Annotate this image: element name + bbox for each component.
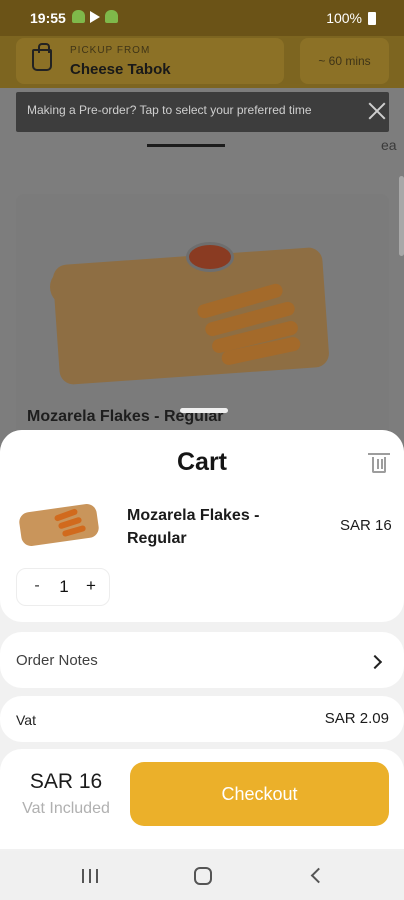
checkout-bar: SAR 16 Vat Included Checkout — [0, 749, 404, 849]
status-notification-icons — [72, 10, 118, 23]
preorder-tooltip[interactable]: Making a Pre-order? Tap to select your p… — [16, 92, 389, 132]
recent-apps-bar — [96, 869, 98, 883]
chevron-right-icon — [367, 654, 383, 670]
tab-indicator — [147, 144, 225, 147]
close-icon[interactable] — [366, 100, 388, 122]
cart-title: Cart — [176, 448, 227, 476]
pickup-card[interactable]: PICKUP FROM Cheese Tabok — [16, 38, 284, 84]
system-nav-bar — [0, 851, 404, 900]
vat-value: SAR 2.09 — [324, 710, 389, 727]
sheet-drag-handle[interactable] — [180, 406, 228, 416]
cart-items-section: Cart Mozarela Flakes - Regular SAR 16 - … — [0, 430, 404, 622]
tab-partial-label[interactable]: ea — [381, 137, 397, 153]
trash-icon[interactable] — [368, 452, 390, 473]
scrollbar[interactable] — [399, 176, 404, 256]
cart-sheet: Cart Mozarela Flakes - Regular SAR 16 - … — [0, 430, 404, 900]
product-image-sauce — [186, 242, 234, 272]
android-icon — [105, 10, 118, 23]
trash-lid — [368, 453, 390, 455]
quantity-value: 1 — [59, 577, 69, 596]
recent-apps-bar — [82, 869, 84, 883]
shopping-bag-icon — [32, 43, 52, 71]
home-icon[interactable] — [194, 867, 212, 885]
play-icon — [90, 11, 100, 23]
decrease-quantity-button[interactable]: - — [27, 577, 47, 595]
trash-body — [372, 457, 386, 473]
time-estimate-button[interactable]: ~ 60 mins — [300, 38, 389, 84]
android-icon — [72, 10, 85, 23]
checkout-button[interactable]: Checkout — [130, 762, 389, 826]
vat-label: Vat — [16, 712, 36, 728]
battery-percent: 100% — [326, 10, 362, 26]
cart-item-price: SAR 16 — [340, 517, 392, 534]
status-right: 100% — [326, 10, 376, 26]
tooltip-text: Making a Pre-order? Tap to select your p… — [27, 103, 312, 117]
cart-item-name: Mozarela Flakes - Regular — [127, 507, 260, 547]
status-time: 19:55 — [30, 10, 66, 26]
pickup-name: Cheese Tabok — [70, 61, 171, 78]
vat-included-note: Vat Included — [22, 800, 110, 817]
pickup-label: PICKUP FROM — [70, 45, 151, 56]
status-bar: 19:55 100% — [0, 0, 404, 36]
quantity-stepper: - 1 + — [16, 568, 110, 606]
recent-apps-icon[interactable] — [82, 869, 98, 883]
increase-quantity-button[interactable]: + — [81, 576, 101, 596]
battery-icon — [368, 11, 376, 25]
back-icon[interactable] — [310, 867, 327, 884]
recent-apps-bar — [89, 869, 91, 883]
total-amount: SAR 16 — [29, 770, 103, 793]
order-notes-row[interactable]: Order Notes — [0, 632, 404, 688]
cart-item-image — [18, 494, 106, 558]
order-notes-label: Order Notes — [16, 652, 98, 669]
vat-row: Vat SAR 2.09 — [0, 696, 404, 742]
